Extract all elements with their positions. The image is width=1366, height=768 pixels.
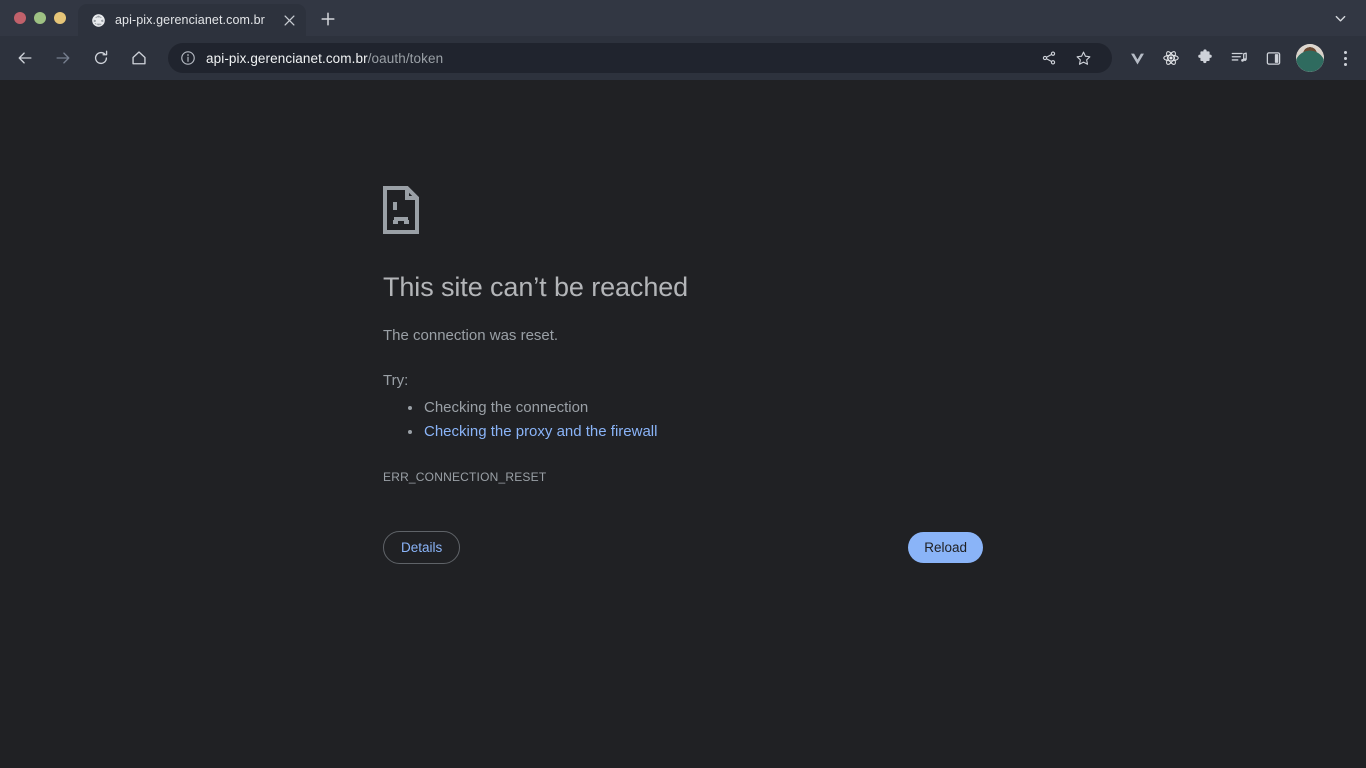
toolbar-extension-icons [1120,43,1358,73]
back-arrow-icon[interactable] [9,42,41,74]
chevron-down-icon[interactable] [1326,4,1354,32]
avatar-image [1296,44,1324,72]
extensions-puzzle-icon[interactable] [1190,43,1220,73]
error-subtitle: The connection was reset. [383,327,559,345]
error-code: ERR_CONNECTION_RESET [383,469,547,484]
new-tab-button[interactable] [314,5,342,33]
browser-window: api-pix.gerencianet.com.br api-pix.geren… [0,0,1366,768]
error-page: This site can’t be reached The connectio… [383,80,983,566]
close-icon[interactable] [280,11,298,29]
browser-toolbar: api-pix.gerencianet.com.br/oauth/token [0,36,1366,80]
window-close-button[interactable] [14,12,26,24]
window-maximize-button[interactable] [54,12,66,24]
globe-icon [90,12,106,28]
vue-devtools-icon[interactable] [1122,43,1152,73]
list-item: Checking the connection [383,396,983,420]
try-label: Try: [383,372,409,390]
side-panel-icon[interactable] [1258,43,1288,73]
address-bar[interactable]: api-pix.gerencianet.com.br/oauth/token [168,43,1112,73]
reload-icon[interactable] [85,42,117,74]
url-text: api-pix.gerencianet.com.br/oauth/token [206,51,443,66]
reload-button[interactable]: Reload [908,532,983,564]
three-dot-menu-icon[interactable] [1332,43,1358,73]
reading-list-icon[interactable] [1224,43,1254,73]
page-viewport: This site can’t be reached The connectio… [0,80,1366,768]
home-icon[interactable] [123,42,155,74]
suggestion-list: Checking the connection Checking the pro… [383,396,983,444]
info-circle-icon[interactable] [180,50,196,66]
details-button[interactable]: Details [383,531,461,565]
forward-arrow-icon[interactable] [47,42,79,74]
window-minimize-button[interactable] [34,12,46,24]
sad-page-icon [383,186,419,234]
tab-strip: api-pix.gerencianet.com.br [0,0,1366,36]
react-devtools-icon[interactable] [1156,43,1186,73]
tab-title: api-pix.gerencianet.com.br [115,13,265,27]
url-path: /oauth/token [367,50,444,66]
page-title: This site can’t be reached [383,272,689,302]
proxy-firewall-link[interactable]: Checking the proxy and the firewall [383,420,983,444]
star-icon[interactable] [1068,43,1098,73]
browser-tab[interactable]: api-pix.gerencianet.com.br [78,4,306,36]
url-domain: api-pix.gerencianet.com.br [206,50,368,66]
window-controls [0,0,76,36]
share-icon[interactable] [1034,43,1064,73]
error-button-row: Details Reload [383,530,983,566]
avatar[interactable] [1296,44,1324,72]
omnibox-actions [1032,43,1100,73]
